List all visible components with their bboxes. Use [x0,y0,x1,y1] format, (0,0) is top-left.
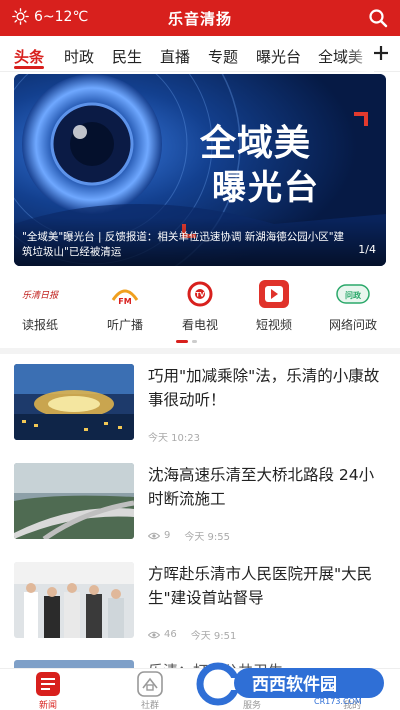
watermark-brand: 西西软件园 [252,674,337,695]
community-icon [135,671,165,697]
newspaper-icon-text: 乐清日报 [22,290,59,301]
quick-entry-short-video[interactable]: 短视频 [234,276,314,333]
banner-title-line2: 曝光台 [212,168,320,208]
tab-special[interactable]: 专题 [208,46,238,67]
news-meta: 今天 10:23 [148,429,200,444]
nav-label: 社群 [140,701,159,710]
radio-icon: FM [105,280,145,308]
news-meta: 9 今天 9:55 [148,528,230,543]
news-thumbnail [14,562,134,638]
active-tab-indicator [14,66,44,69]
news-time: 今天 9:55 [184,532,231,543]
quick-page-indicator [192,340,197,343]
newspaper-icon: 乐清日报 [20,280,60,308]
video-play-icon [254,280,294,308]
app-header: 6~12℃ 乐音清扬 [0,0,400,36]
tab-live[interactable]: 直播 [160,46,190,67]
news-title: 巧用"加减乘除"法，乐清的小康故事很动听！ [148,367,380,409]
channel-tabs: 头条 时政 民生 直播 专题 曝光台 全域美 [0,36,400,72]
tab-fade [348,36,374,72]
news-item[interactable]: 沈海高速乐清至大桥北路段 24小时断流施工 9 今天 9:55 [0,463,400,559]
quick-entry-tv[interactable]: TV 看电视 [160,276,240,333]
news-thumbnail [14,364,134,440]
quick-entry-label: 读报纸 [21,318,58,332]
banner-carousel[interactable]: 全域美 曝光台 "全域美"曝光台 | 反馈报道：相关单位迅速协调 新湖海德公园小… [14,74,386,266]
banner-caption: "全域美"曝光台 | 反馈报道：相关单位迅速协调 新湖海德公园小区"建筑垃圾山"… [22,231,345,258]
section-divider [0,348,400,354]
news-title: 方晖赴乐清市人民医院开展"大民生"建设首站督导 [148,565,373,607]
news-item[interactable]: 巧用"加减乘除"法，乐清的小康故事很动听！ 今天 10:23 [0,364,400,460]
quick-entry-newspaper[interactable]: 乐清日报 读报纸 [0,276,80,333]
news-thumbnail [14,463,134,539]
quick-page-indicator-active [176,340,188,343]
views-icon [148,532,160,539]
quick-entry-radio[interactable]: FM 听广播 [85,276,165,333]
views-icon [148,631,160,638]
app-title: 乐音清扬 [167,10,232,28]
tv-icon-text: TV [196,292,205,299]
news-views: 9 [164,530,171,541]
quick-entry-label: 网络问政 [328,318,377,332]
watermark-url: CR173.COM [314,697,362,706]
news-item[interactable]: 方晖赴乐清市人民医院开展"大民生"建设首站督导 46 今天 9:51 [0,562,400,658]
wenzheng-icon: 问政 [333,280,373,308]
quick-entry-label: 看电视 [181,318,218,332]
news-title: 沈海高速乐清至大桥北路段 24小时断流施工 [148,466,375,508]
wenzheng-icon-text: 问政 [345,290,361,300]
tab-exposure[interactable]: 曝光台 [256,46,301,67]
news-time: 今天 10:23 [148,433,200,444]
news-icon [33,671,63,697]
nav-label: 新闻 [38,701,57,710]
news-meta: 46 今天 9:51 [148,627,236,642]
quick-entries: 乐清日报 读报纸 FM 听广播 TV 看电视 短视频 问政 网络问政 [0,276,400,346]
tab-politics[interactable]: 时政 [64,46,94,67]
search-icon[interactable] [368,8,388,28]
quick-entry-wenzheng[interactable]: 问政 网络问政 [313,276,393,333]
banner-page-indicator: 1/4 [358,243,376,256]
tab-headline[interactable]: 头条 [14,46,44,67]
quick-entry-label: 短视频 [255,318,292,332]
tv-icon: TV [180,280,220,308]
banner-title-line1: 全域美 [200,123,312,164]
radio-icon-text: FM [118,297,131,306]
tab-livelihood[interactable]: 民生 [112,46,142,67]
nav-community[interactable]: 社群 [110,669,190,710]
news-time: 今天 9:51 [190,631,237,642]
news-views: 46 [164,629,177,640]
plus-icon[interactable] [372,44,390,62]
nav-news[interactable]: 新闻 [8,669,88,710]
quick-entry-label: 听广播 [106,318,143,332]
site-watermark: 西西软件园 CR173.COM [196,660,396,706]
